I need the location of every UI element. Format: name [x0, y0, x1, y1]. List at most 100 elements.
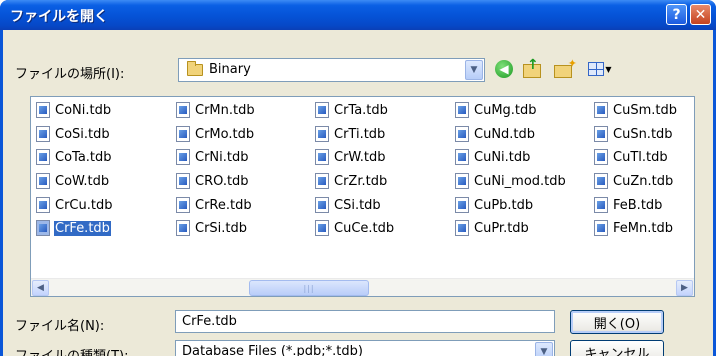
file-item[interactable]: CrW.tdb [315, 147, 387, 167]
file-icon [455, 197, 469, 213]
file-name: CrCu.tdb [55, 197, 113, 213]
view-menu-icon [588, 62, 605, 76]
file-name: CrFe.tdb [54, 220, 111, 236]
file-icon [315, 173, 329, 189]
file-icon [36, 102, 50, 118]
file-name: CuNd.tdb [474, 126, 536, 142]
filename-input-box[interactable] [175, 310, 555, 333]
file-item[interactable]: CuZn.tdb [594, 171, 674, 191]
file-item[interactable]: CrFe.tdb [36, 218, 111, 238]
file-item[interactable]: FeB.tdb [594, 195, 663, 215]
file-item[interactable]: CuCe.tdb [315, 218, 395, 238]
file-name: CoW.tdb [55, 173, 110, 189]
file-name: CrSi.tdb [195, 220, 248, 236]
chevron-down-icon[interactable]: ▼ [465, 60, 483, 80]
file-name: CuPr.tdb [474, 220, 529, 236]
file-name: CuNi_mod.tdb [474, 173, 566, 189]
horizontal-scrollbar[interactable]: ◀ ||| ▶ [31, 278, 694, 296]
file-item[interactable]: CSi.tdb [315, 195, 382, 215]
file-icon [315, 197, 329, 213]
file-name: FeMn.tdb [613, 220, 673, 236]
filetype-combo[interactable]: Database Files (*.pdb;*.tdb) ▼ [175, 340, 555, 356]
file-name: CuNi.tdb [474, 149, 531, 165]
back-icon: ◀ [495, 60, 513, 78]
scroll-right-icon[interactable]: ▶ [676, 280, 693, 296]
file-item[interactable]: CuNi.tdb [455, 147, 531, 167]
file-name: CuSm.tdb [613, 102, 677, 118]
file-name: CrMn.tdb [195, 102, 255, 118]
filetype-value: Database Files (*.pdb;*.tdb) [182, 344, 363, 356]
file-icon [455, 126, 469, 142]
file-icon [594, 220, 608, 236]
file-item[interactable]: CuMg.tdb [455, 100, 538, 120]
up-folder-button[interactable] [521, 57, 543, 80]
view-menu-button[interactable]: ▼ [585, 58, 615, 80]
file-icon [36, 173, 50, 189]
title-bar[interactable]: ファイルを開く ? ✕ [0, 0, 716, 30]
filename-input[interactable] [176, 311, 554, 332]
look-in-combo[interactable]: Binary ▼ [178, 58, 485, 82]
file-item[interactable]: CuSm.tdb [594, 100, 678, 120]
file-item[interactable]: CuPb.tdb [455, 195, 534, 215]
file-icon [455, 102, 469, 118]
file-icon [176, 126, 190, 142]
close-button[interactable]: ✕ [690, 4, 711, 25]
file-item[interactable]: CrMo.tdb [176, 124, 255, 144]
file-icon [594, 197, 608, 213]
file-item[interactable]: CuPr.tdb [455, 218, 530, 238]
file-item[interactable]: FeMn.tdb [594, 218, 674, 238]
file-name: CoSi.tdb [55, 126, 110, 142]
file-icon [36, 220, 50, 236]
file-name: CoNi.tdb [55, 102, 112, 118]
back-button[interactable]: ◀ [493, 58, 515, 80]
file-item[interactable]: CRO.tdb [176, 171, 250, 191]
file-item[interactable]: CrSi.tdb [176, 218, 248, 238]
look-in-label: ファイルの場所(I): [15, 67, 125, 82]
file-item[interactable]: CuNi_mod.tdb [455, 171, 567, 191]
file-icon [455, 220, 469, 236]
file-name: CRO.tdb [195, 173, 249, 189]
dialog-body: ファイルの場所(I): Binary ▼ ◀ ▼ CoNi.tdb CoSi.td… [3, 30, 713, 356]
file-item[interactable]: CrMn.tdb [176, 100, 256, 120]
scroll-thumb[interactable]: ||| [249, 280, 369, 296]
file-name: CrTa.tdb [334, 102, 388, 118]
file-name: CrRe.tdb [195, 197, 252, 213]
file-name: CuMg.tdb [474, 102, 537, 118]
file-icon [36, 197, 50, 213]
scroll-left-icon[interactable]: ◀ [32, 280, 49, 296]
file-item[interactable]: CoSi.tdb [36, 124, 111, 144]
chevron-down-icon[interactable]: ▼ [535, 342, 553, 356]
file-icon [594, 173, 608, 189]
file-icon [455, 149, 469, 165]
file-name: CuCe.tdb [334, 220, 395, 236]
file-icon [176, 220, 190, 236]
dialog-title: ファイルを開く [10, 9, 108, 25]
file-icon [594, 149, 608, 165]
file-item[interactable]: CoW.tdb [36, 171, 110, 191]
open-button[interactable]: 開く(O) [570, 310, 664, 334]
file-list[interactable]: CoNi.tdb CoSi.tdb CoTa.tdb CoW.tdb CrCu.tdb C… [30, 96, 695, 297]
file-name: CrTi.tdb [334, 126, 386, 142]
file-item[interactable]: CrTi.tdb [315, 124, 386, 144]
new-folder-button[interactable] [552, 57, 577, 80]
file-item[interactable]: CrNi.tdb [176, 147, 250, 167]
file-item[interactable]: CrCu.tdb [36, 195, 113, 215]
file-item[interactable]: CoTa.tdb [36, 147, 113, 167]
cancel-button[interactable]: キャンセル [570, 340, 664, 356]
open-file-dialog: ファイルを開く ? ✕ ファイルの場所(I): Binary ▼ ◀ ▼ CoN… [0, 0, 716, 356]
file-icon [594, 102, 608, 118]
file-icon [176, 102, 190, 118]
file-name: CuZn.tdb [613, 173, 674, 189]
file-name: FeB.tdb [613, 197, 663, 213]
file-item[interactable]: CrZr.tdb [315, 171, 388, 191]
file-name: CuSn.tdb [613, 126, 673, 142]
file-name: CrW.tdb [334, 149, 386, 165]
help-button[interactable]: ? [666, 4, 687, 25]
file-item[interactable]: CrTa.tdb [315, 100, 389, 120]
file-name: CrNi.tdb [195, 149, 249, 165]
file-item[interactable]: CuTl.tdb [594, 147, 669, 167]
file-item[interactable]: CuSn.tdb [594, 124, 674, 144]
file-item[interactable]: CrRe.tdb [176, 195, 253, 215]
file-item[interactable]: CuNd.tdb [455, 124, 536, 144]
file-item[interactable]: CoNi.tdb [36, 100, 112, 120]
